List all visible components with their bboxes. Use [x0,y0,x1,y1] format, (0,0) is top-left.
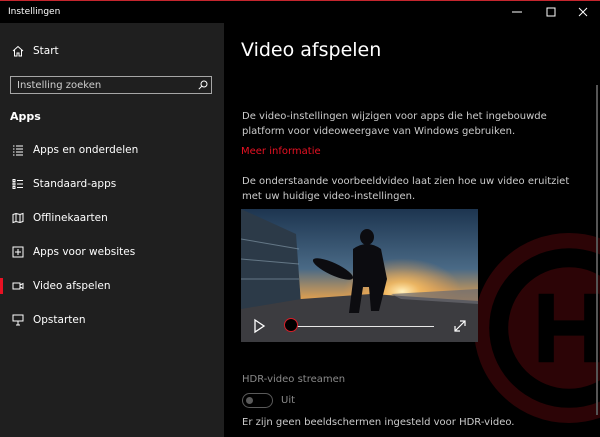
sidebar-item-label: Apps en onderdelen [33,144,139,156]
sidebar-item-apps-features[interactable]: Apps en onderdelen [0,137,224,163]
hdr-streaming-toggle[interactable] [242,393,273,408]
close-icon [578,7,588,17]
search-icon[interactable] [198,80,208,90]
sidebar-item-label: Video afspelen [33,280,111,292]
section-heading: Apps [10,110,41,123]
minimize-button[interactable] [500,1,534,23]
description-text: De video-instellingen wijzigen voor apps… [242,111,547,137]
map-icon [12,212,24,224]
home-nav-item[interactable]: Start [0,38,224,64]
home-icon [12,45,24,57]
hdr-streaming-label: HDR-video streamen [242,374,346,385]
list-icon [13,145,23,156]
content-pane: Video afspelen De video-instellingen wij… [224,23,600,437]
video-icon [12,282,24,290]
sidebar-item-video-playback[interactable]: Video afspelen [0,273,224,299]
window-title: Instellingen [8,7,61,17]
maximize-icon [546,7,556,17]
toggle-knob [246,396,253,404]
default-apps-icon [12,179,23,189]
preview-description-text: De onderstaande voorbeeldvideo laat zien… [242,176,570,202]
sidebar-item-default-apps[interactable]: Standaard-apps [0,171,224,197]
search-box[interactable] [10,76,212,94]
title-bar[interactable]: Instellingen [0,1,600,23]
search-input[interactable] [17,79,187,92]
watermark-logo-icon [474,233,600,423]
settings-window: Instellingen Start Apps Apps en onderdel… [0,0,600,437]
home-label: Start [33,45,59,57]
seek-thumb[interactable] [284,318,298,332]
hdr-note-text: Er zijn geen beeldschermen ingesteld voo… [242,417,515,428]
open-external-icon [12,246,24,258]
hdr-toggle-state: Uit [281,395,296,406]
video-preview[interactable] [241,209,478,342]
more-info-link[interactable]: Meer informatie [241,146,321,157]
seek-bar[interactable] [288,326,434,327]
sidebar-item-label: Opstarten [33,314,86,326]
scrollbar[interactable] [596,85,598,415]
sidebar-item-label: Offlinekaarten [33,212,108,224]
sidebar-item-label: Standaard-apps [33,178,117,190]
video-controls [241,310,478,342]
startup-icon [12,314,24,326]
sidebar: Start Apps Apps en onderdelen Standaard-… [0,23,224,437]
sidebar-item-apps-for-websites[interactable]: Apps voor websites [0,239,224,265]
maximize-button[interactable] [534,1,568,23]
play-icon[interactable] [251,318,267,334]
sidebar-item-label: Apps voor websites [33,246,136,258]
fullscreen-icon[interactable] [453,319,467,333]
minimize-icon [512,11,522,13]
sidebar-item-startup[interactable]: Opstarten [0,307,224,333]
sidebar-item-offline-maps[interactable]: Offlinekaarten [0,205,224,231]
page-title: Video afspelen [241,39,382,61]
close-button[interactable] [566,1,600,23]
